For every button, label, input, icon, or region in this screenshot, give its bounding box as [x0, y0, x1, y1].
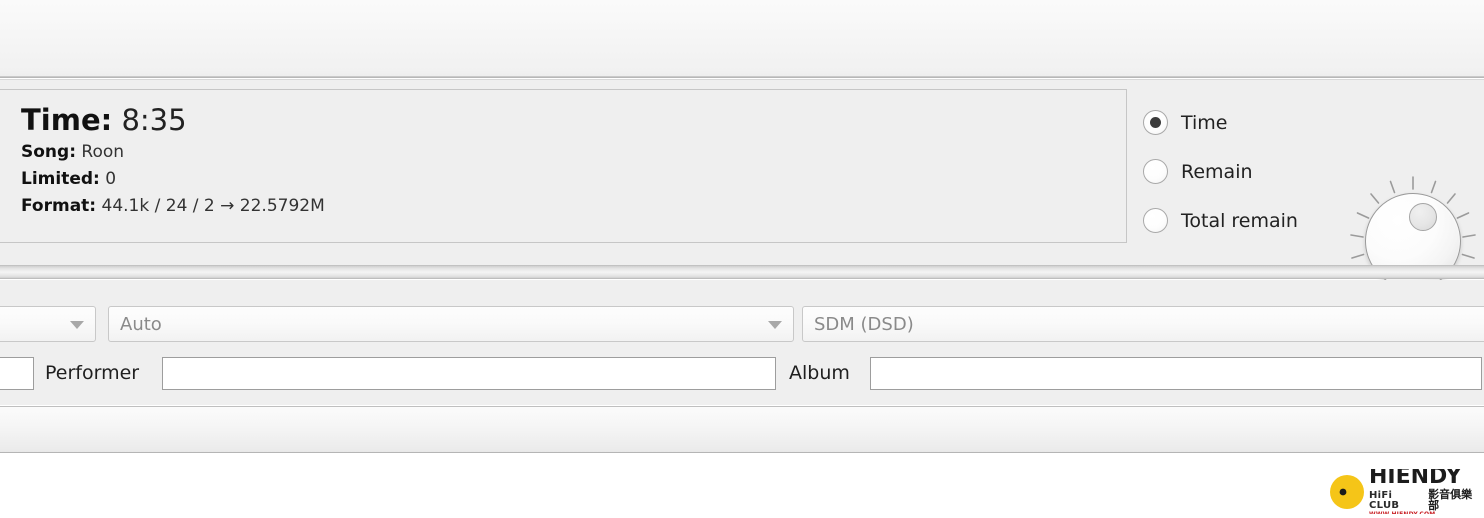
rate-dropdown-value: Auto	[120, 313, 162, 335]
settings-section: Auto SDM (DSD) Performer Album	[0, 280, 1484, 405]
page-white-area	[0, 453, 1484, 518]
radio-button-icon-remain[interactable]	[1143, 159, 1168, 184]
watermark-text: HIENDY HiFi CLUB 影音俱樂部 WWW.HIENDY.COM	[1369, 469, 1482, 514]
time-value: 8:35	[121, 103, 187, 137]
hiendy-watermark: HIENDY HiFi CLUB 影音俱樂部 WWW.HIENDY.COM	[1326, 469, 1482, 514]
radio-option-total-remain[interactable]: Total remain	[1143, 196, 1343, 245]
section-separator	[0, 265, 1484, 279]
format-line: Format: 44.1k / 24 / 2 → 22.5792M	[21, 193, 325, 220]
limited-value: 0	[105, 169, 117, 189]
rate-dropdown[interactable]: Auto	[108, 306, 794, 342]
track-number-input[interactable]	[0, 357, 34, 390]
watermark-brand: HIENDY	[1369, 469, 1462, 489]
toolbar-divider	[0, 76, 1484, 77]
song-label: Song:	[21, 142, 76, 162]
radio-button-icon-time[interactable]	[1143, 110, 1168, 135]
top-toolbar-strip	[0, 0, 1484, 78]
radio-label-time: Time	[1181, 111, 1228, 134]
watermark-club: HiFi CLUB	[1369, 489, 1400, 511]
time-line: Time: 8:35	[21, 103, 325, 137]
song-line: Song: Roon	[21, 139, 325, 166]
output-mode-dropdown[interactable]: SDM (DSD)	[802, 306, 1484, 342]
album-input[interactable]	[870, 357, 1482, 390]
format-label: Format:	[21, 196, 97, 216]
radio-option-time[interactable]: Time	[1143, 98, 1343, 147]
radio-button-icon-total-remain[interactable]	[1143, 208, 1168, 233]
chevron-down-icon	[768, 321, 782, 329]
track-info-lines: Time: 8:35 Song: Roon Limited: 0 Format:…	[21, 103, 325, 220]
watermark-chinese: 影音俱樂部	[1428, 487, 1473, 512]
knob-position-indicator	[1409, 203, 1437, 231]
time-label: Time:	[21, 103, 113, 137]
format-value: 44.1k / 24 / 2 → 22.5792M	[101, 196, 325, 216]
song-value: Roon	[81, 142, 125, 162]
watermark-url: WWW.HIENDY.COM	[1369, 510, 1436, 514]
track-info-panel: Time: 8:35 Song: Roon Limited: 0 Format:…	[0, 89, 1127, 243]
radio-label-total-remain: Total remain	[1181, 209, 1298, 232]
now-playing-section: Time: 8:35 Song: Roon Limited: 0 Format:…	[0, 79, 1484, 295]
limited-line: Limited: 0	[21, 166, 325, 193]
radio-option-remain[interactable]: Remain	[1143, 147, 1343, 196]
album-label: Album	[789, 362, 850, 384]
time-mode-radio-group: Time Remain Total remain	[1143, 98, 1343, 245]
performer-label: Performer	[45, 362, 140, 384]
device-dropdown[interactable]	[0, 306, 96, 342]
chevron-down-icon	[70, 321, 84, 329]
watermark-subline: HiFi CLUB 影音俱樂部	[1369, 489, 1482, 511]
radio-label-remain: Remain	[1181, 160, 1253, 183]
bottom-toolbar-strip	[0, 406, 1484, 453]
limited-label: Limited:	[21, 169, 100, 189]
performer-input[interactable]	[162, 357, 776, 390]
output-mode-dropdown-value: SDM (DSD)	[814, 313, 914, 335]
hiendy-logo-icon	[1330, 474, 1364, 509]
